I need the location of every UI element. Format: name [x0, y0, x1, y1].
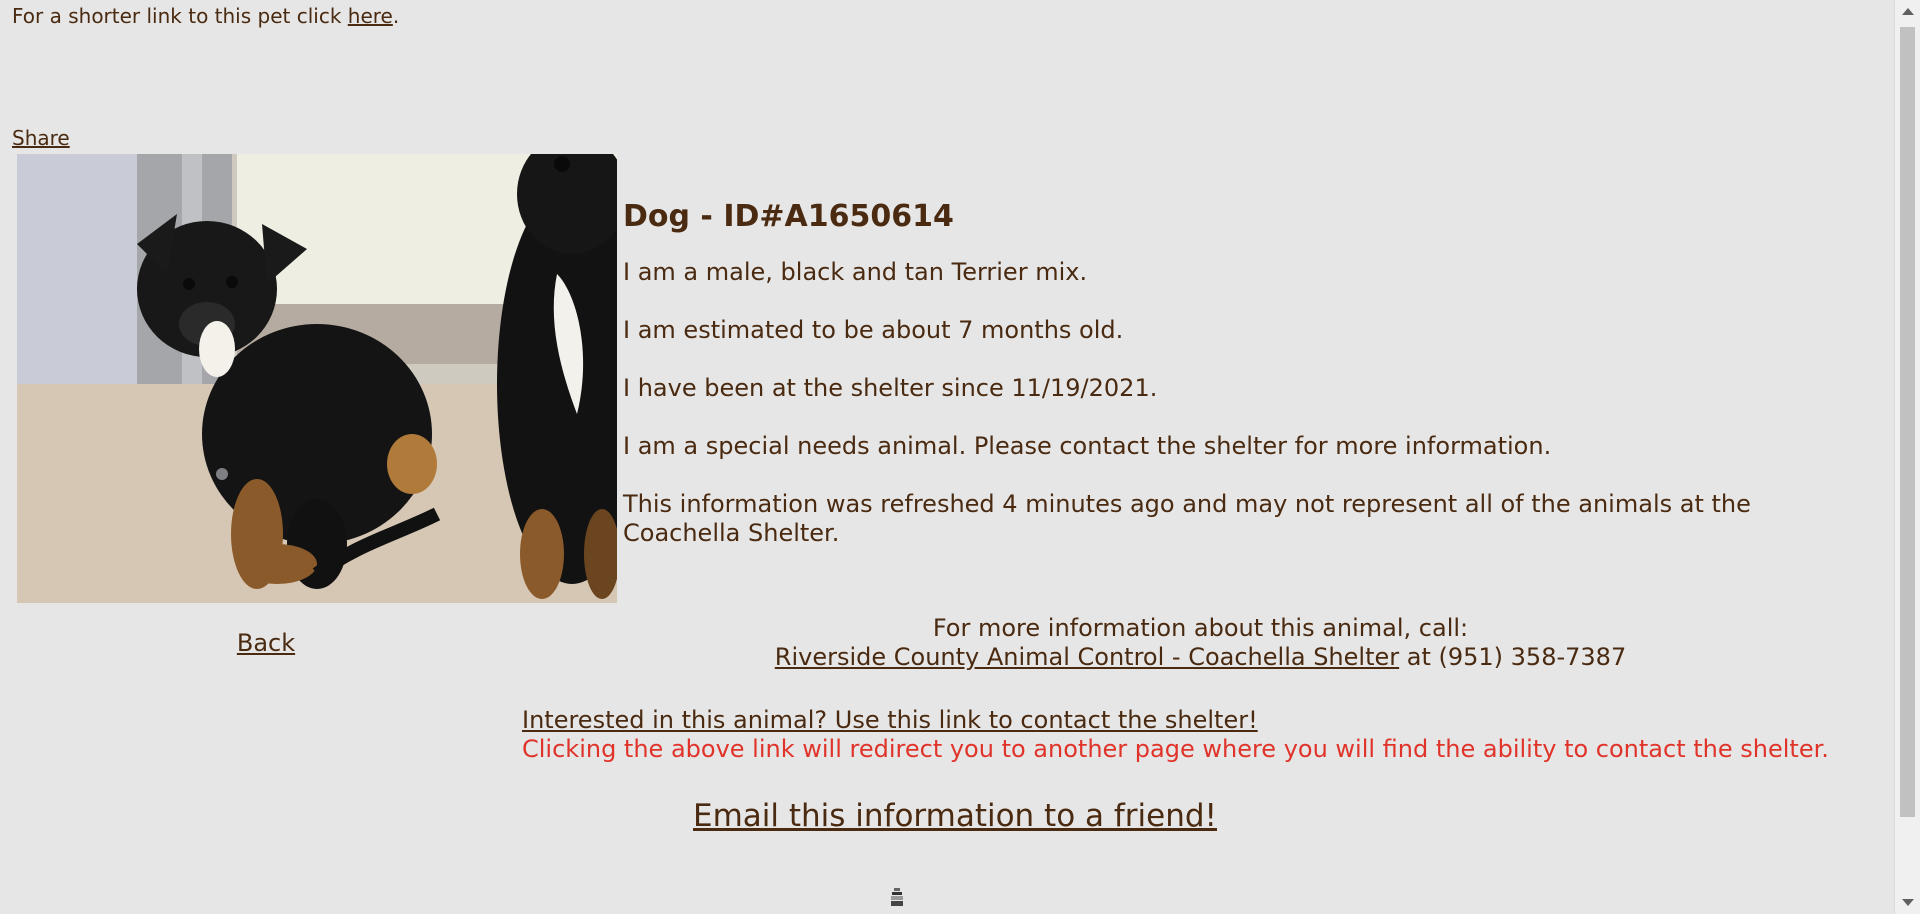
short-link-line: For a shorter link to this pet click her…: [12, 4, 399, 28]
short-link-prefix: For a shorter link to this pet click: [12, 4, 348, 28]
scroll-up-arrow-icon[interactable]: [1902, 8, 1914, 15]
contact-intro: For more information about this animal, …: [932, 614, 1469, 642]
loading-icon: [891, 888, 903, 906]
interest-block: Interested in this animal? Use this link…: [522, 706, 1829, 764]
contact-shelter-link[interactable]: Interested in this animal? Use this link…: [522, 706, 1258, 734]
shelter-phone: at (951) 358-7387: [1399, 643, 1627, 671]
back-link[interactable]: Back: [0, 629, 532, 657]
animal-since: I have been at the shelter since 11/19/2…: [623, 374, 1158, 402]
redirect-warning: Clicking the above link will redirect yo…: [522, 735, 1829, 763]
share-link[interactable]: Share: [12, 126, 70, 150]
animal-title: Dog - ID#A1650614: [623, 199, 954, 234]
shelter-link[interactable]: Riverside County Animal Control - Coache…: [775, 643, 1399, 671]
pet-photo-illustration: [17, 154, 617, 603]
animal-description: I am a male, black and tan Terrier mix.: [623, 258, 1088, 286]
animal-special-needs: I am a special needs animal. Please cont…: [623, 432, 1552, 460]
short-link-suffix: .: [392, 4, 400, 28]
contact-block: For more information about this animal, …: [623, 614, 1778, 672]
pet-photo: [17, 154, 617, 603]
animal-info: Dog - ID#A1650614 I am a male, black and…: [623, 198, 1783, 577]
page-scrollbar[interactable]: [1894, 0, 1920, 914]
short-link-here[interactable]: here: [348, 4, 393, 28]
scroll-down-arrow-icon[interactable]: [1902, 899, 1914, 906]
info-refreshed-note: This information was refreshed 4 minutes…: [623, 490, 1751, 547]
contact-line: Riverside County Animal Control - Coache…: [623, 643, 1778, 672]
pet-detail-page: For a shorter link to this pet click her…: [0, 0, 1895, 914]
scrollbar-thumb[interactable]: [1900, 27, 1915, 817]
email-friend-link[interactable]: Email this information to a friend!: [693, 798, 1217, 834]
animal-age: I am estimated to be about 7 months old.: [623, 316, 1124, 344]
